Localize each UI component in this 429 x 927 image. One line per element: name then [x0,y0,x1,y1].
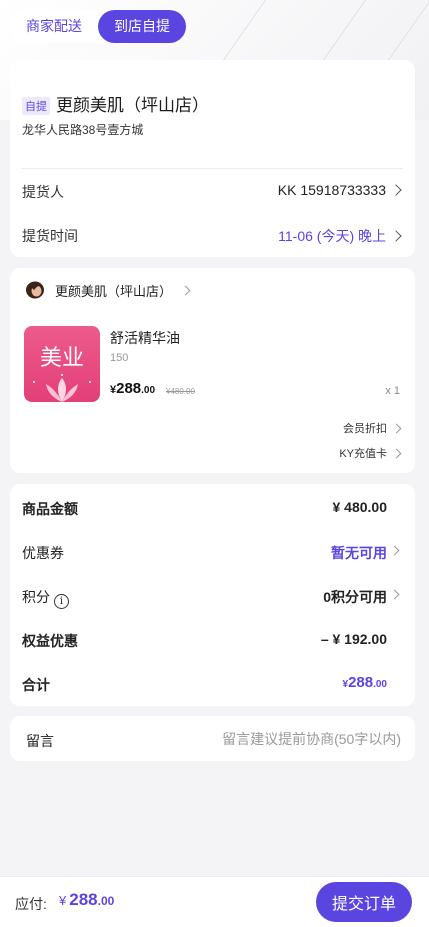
chevron-right-icon [389,589,400,600]
order-summary-card: 商品金额 ¥ 480.00 优惠券 暂无可用 积分 i 0积分可用 权益优惠 – … [10,484,415,706]
tab-merchant-delivery[interactable]: 商家配送 [10,10,98,43]
total-value: ¥288.00 [342,674,388,691]
divider [22,168,403,169]
coupon-value[interactable]: 暂无可用 [331,543,387,563]
product-price: ¥288.00 [110,380,156,397]
thumbnail-logo-text: 美业 [39,346,84,371]
chevron-right-icon [391,448,402,458]
shop-name: 更颜美肌（坪山店） [55,284,173,299]
pickup-time-value: 11-06 (今天) 晚上 [278,228,386,244]
goods-amount-label: 商品金额 [22,501,78,517]
info-icon[interactable]: i [54,594,69,609]
store-address: 龙华人民路38号壹方城 [22,123,144,137]
pickup-person-label: 提货人 [22,184,64,200]
pickup-time-row[interactable]: 11-06 (今天) 晚上 [278,226,403,246]
product-quantity: x 1 [385,385,400,397]
product-card: 更颜美肌（坪山店） 美业 舒活精华油 150 ¥288.00 ¥480.00 x… [10,268,415,473]
product-spec: 150 [110,352,129,364]
stored-value-card-label: KY充值卡 [339,448,387,460]
store-name: 更颜美肌（坪山店） [56,96,209,115]
goods-amount-value: ¥ 480.00 [332,499,388,515]
amount-due-label: 应付: [15,896,47,912]
points-value[interactable]: 0积分可用 [323,587,387,607]
chevron-right-icon [389,545,400,556]
woman-avatar-icon [26,281,44,299]
pickup-person-value: KK 15918733333 [277,182,386,198]
checkout-bar: 应付: ¥288.00 提交订单 [0,876,429,927]
shop-link[interactable]: 更颜美肌（坪山店） [55,281,192,300]
chevron-right-icon [180,285,191,296]
rights-discount-value: – ¥ 192.00 [320,631,387,647]
pickup-info-card: 自提 更颜美肌（坪山店） 龙华人民路38号壹方城 提货人 KK 15918733… [10,60,415,257]
remark-card: 留言 [10,716,415,761]
coupon-label: 优惠券 [22,545,64,561]
amount-due-value: ¥288.00 [59,890,115,909]
product-thumbnail[interactable]: 美业 [24,326,100,402]
member-discount-link[interactable]: 会员折扣 [343,420,403,436]
rights-discount-label: 权益优惠 [22,633,78,649]
remark-label: 留言 [26,733,54,749]
delivery-mode-switch: 商家配送 到店自提 [10,10,186,43]
points-label: 积分 i [22,587,69,609]
original-price: ¥480.00 [166,387,195,396]
chevron-right-icon [390,184,402,196]
pickup-time-label: 提货时间 [22,228,78,244]
total-label: 合计 [22,677,50,693]
chevron-right-icon [390,230,402,242]
tab-store-pickup[interactable]: 到店自提 [98,10,186,43]
stored-value-card-link[interactable]: KY充值卡 [339,445,403,461]
member-discount-label: 会员折扣 [343,423,387,435]
pickup-person-row[interactable]: KK 15918733333 [278,182,403,198]
pickup-tag: 自提 [22,97,50,115]
submit-order-button[interactable]: 提交订单 [316,882,412,922]
lotus-icon [33,374,91,402]
chevron-right-icon [391,423,402,433]
remark-input[interactable] [181,729,401,749]
product-name: 舒活精华油 [110,330,180,346]
